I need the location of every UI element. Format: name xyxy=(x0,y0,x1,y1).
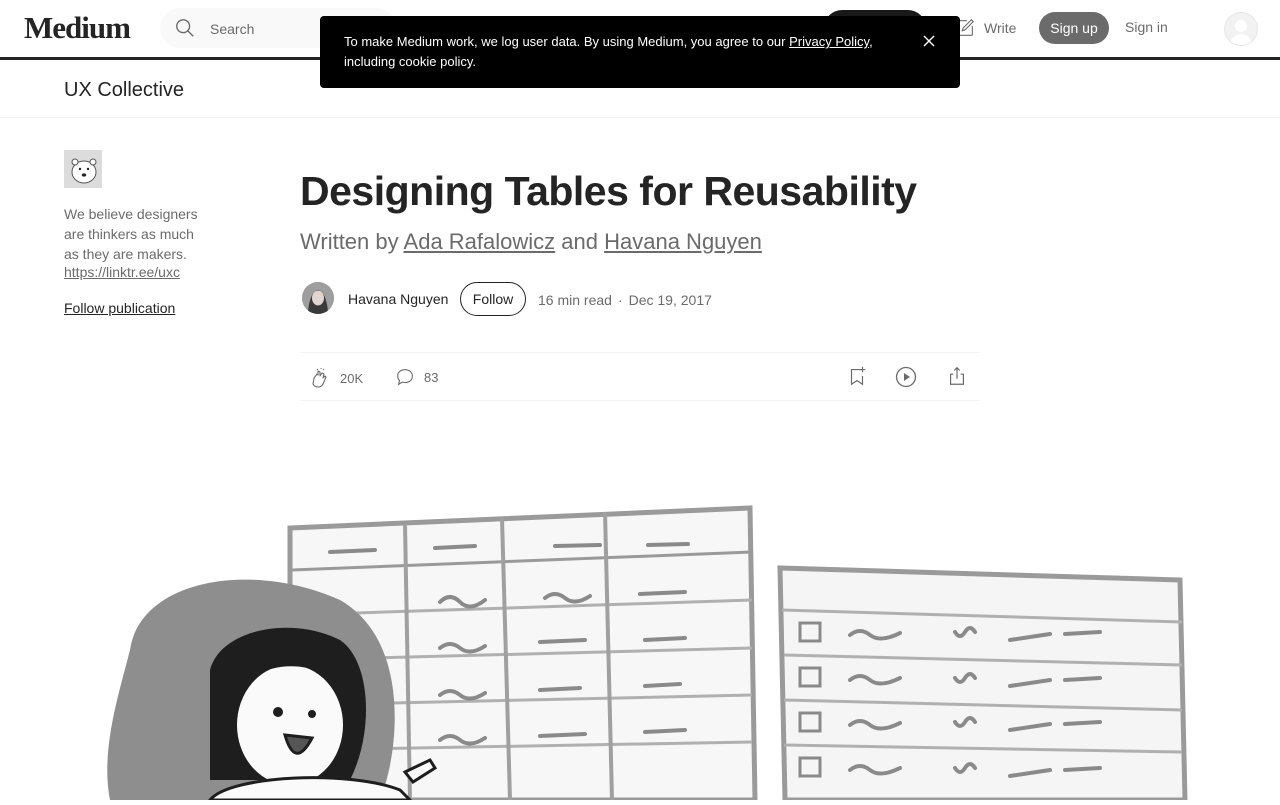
share-icon xyxy=(949,366,965,385)
write-button[interactable]: Write xyxy=(954,17,1016,39)
read-time: 16 min read xyxy=(538,292,612,308)
article-title: Designing Tables for Reusability xyxy=(300,168,917,214)
bookmark-plus-icon xyxy=(850,366,866,386)
comment-icon xyxy=(397,369,413,386)
sign-up-button[interactable]: Sign up xyxy=(1039,12,1109,44)
publish-date: Dec 19, 2017 xyxy=(628,292,712,308)
write-label: Write xyxy=(984,20,1017,36)
author-link-ada[interactable]: Ada Rafalowicz xyxy=(404,229,556,254)
search-icon xyxy=(176,19,194,37)
follow-author-button[interactable]: Follow xyxy=(460,282,526,316)
subtitle-prefix: Written by xyxy=(300,229,404,254)
response-count: 83 xyxy=(424,369,439,385)
author-portrait-icon xyxy=(302,282,334,314)
publication-description: We believe designers are thinkers as muc… xyxy=(64,206,198,262)
close-icon[interactable] xyxy=(922,34,936,54)
follow-publication-link[interactable]: Follow publication xyxy=(64,300,175,316)
author-avatar[interactable] xyxy=(302,282,334,314)
clap-button[interactable]: 20K xyxy=(308,366,363,390)
article-meta: 16 min read · Dec 19, 2017 xyxy=(538,292,712,308)
tables-illustration xyxy=(107,505,1188,803)
medium-logo[interactable]: Medium xyxy=(24,10,131,46)
author-name[interactable]: Havana Nguyen xyxy=(348,291,448,307)
cookie-banner: To make Medium work, we log user data. B… xyxy=(320,16,960,88)
meta-separator: · xyxy=(617,292,623,308)
responses-button[interactable]: 83 xyxy=(394,366,438,388)
publication-link[interactable]: https://linktr.ee/uxc xyxy=(64,264,180,280)
article-action-bar: 20K 83 xyxy=(300,352,980,401)
sign-in-link[interactable]: Sign in xyxy=(1125,19,1168,35)
clap-count: 20K xyxy=(340,370,364,386)
hero-illustration xyxy=(100,490,1200,803)
clap-icon xyxy=(312,368,327,388)
play-icon xyxy=(895,366,917,388)
publication-logo[interactable] xyxy=(64,150,102,188)
save-button[interactable] xyxy=(846,365,868,392)
publication-name[interactable]: UX Collective xyxy=(64,79,184,102)
user-avatar[interactable] xyxy=(1224,12,1258,46)
cookie-text-start: To make Medium work, we log user data. B… xyxy=(344,34,790,49)
privacy-policy-link[interactable]: Privacy Policy xyxy=(789,34,869,49)
listen-button[interactable] xyxy=(894,365,918,394)
subtitle-and: and xyxy=(555,229,605,254)
user-silhouette-icon xyxy=(1229,20,1253,45)
author-row: Havana Nguyen Follow 16 min read · Dec 19,… xyxy=(300,282,980,318)
article-subtitle: Written by Ada Rafalowicz and Havana Ngu… xyxy=(300,229,762,255)
polar-bear-icon xyxy=(64,150,102,188)
author-link-havana[interactable]: Havana Nguyen xyxy=(604,229,762,254)
share-button[interactable] xyxy=(946,365,968,392)
